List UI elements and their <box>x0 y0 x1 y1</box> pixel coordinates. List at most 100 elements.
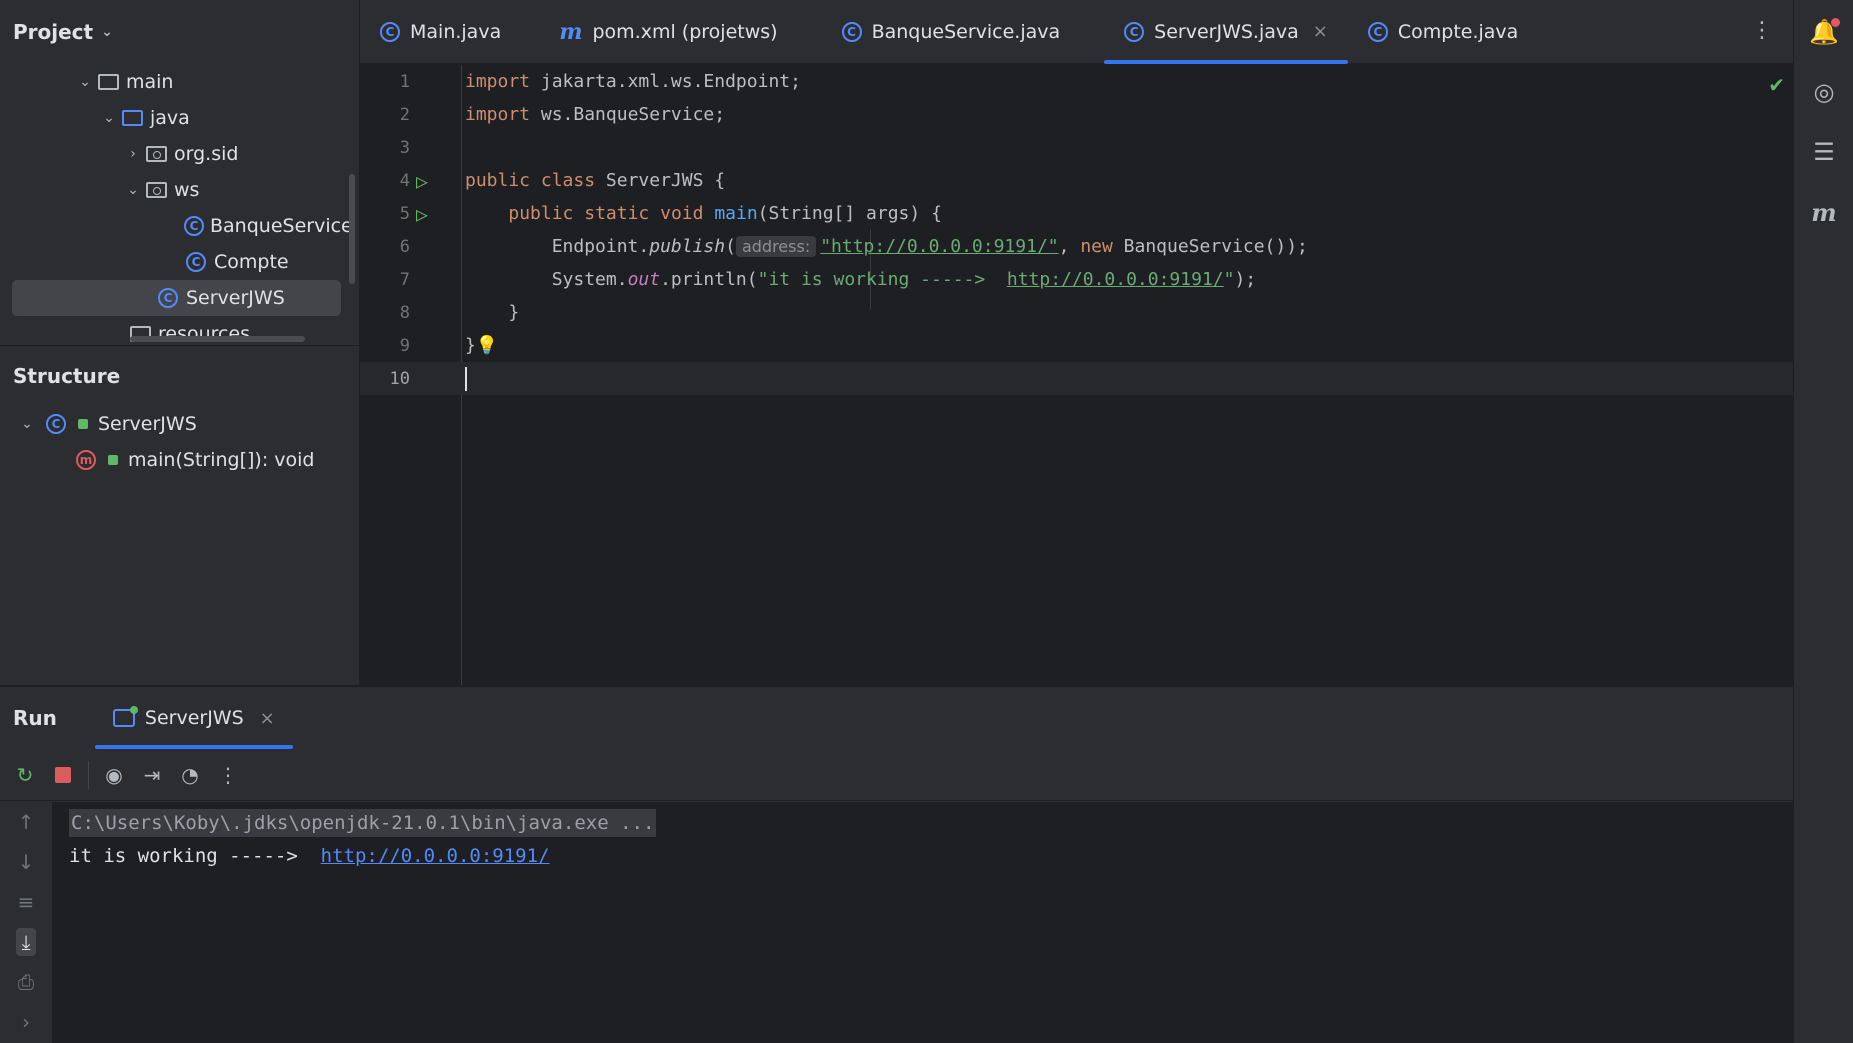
notifications-icon[interactable]: 🔔 <box>1794 2 1853 62</box>
tree-item-ws[interactable]: ⌄ ws <box>12 172 341 208</box>
string-literal[interactable]: "http://0.0.0.0:9191/" <box>820 236 1058 257</box>
ai-assistant-icon[interactable]: ◎ <box>1794 62 1853 122</box>
more-options-icon[interactable]: ⋮ <box>209 756 247 794</box>
close-icon[interactable]: × <box>1313 21 1328 42</box>
maven-icon[interactable]: m <box>1794 182 1853 242</box>
run-tab-serverjws[interactable]: ServerJWS × <box>94 687 293 749</box>
code-line: 1 import jakarta.xml.ws.Endpoint; <box>360 65 1793 98</box>
string-literal: " <box>1223 269 1235 290</box>
tree-item-banqueservice[interactable]: C BanqueService <box>12 208 353 244</box>
rerun-icon[interactable]: ↻ <box>6 756 44 794</box>
method-call: publish <box>649 236 726 257</box>
chevron-right-icon[interactable]: › <box>122 146 144 162</box>
chevron-down-icon[interactable]: ⌄ <box>98 110 120 126</box>
exit-icon[interactable]: ⇥ <box>133 756 171 794</box>
console-side-toolbar: ↑ ↓ ≡ ⤓ ⎙ › <box>0 802 52 1043</box>
code-line: 5 ▷ public static void main(String[] arg… <box>360 197 1793 230</box>
print-icon[interactable]: ⎙ <box>0 962 52 1002</box>
text-caret <box>465 366 467 391</box>
tree-item-label: org.sid <box>174 143 239 165</box>
tree-item-java[interactable]: ⌄ java <box>12 100 341 136</box>
console-url-link[interactable]: http://0.0.0.0:9191/ <box>321 845 550 867</box>
chevron-down-icon[interactable]: ⌄ <box>16 416 38 432</box>
parameter-hint: address: <box>735 236 817 257</box>
code-text: BanqueService()); <box>1112 236 1308 257</box>
static-field: out <box>627 269 661 290</box>
arrow-up-icon[interactable]: ↑ <box>0 802 52 842</box>
camera-icon[interactable]: ◉ <box>95 756 133 794</box>
stop-button[interactable] <box>44 756 82 794</box>
code-line-current: 10 <box>360 362 1793 395</box>
tree-item-main[interactable]: ⌄ main <box>12 64 341 100</box>
package-icon <box>144 143 168 165</box>
console-command[interactable]: C:\Users\Koby\.jdks\openjdk-21.0.1\bin\j… <box>69 808 657 837</box>
code-text: } <box>508 302 520 323</box>
code-line: 3 <box>360 131 1793 164</box>
tree-item-label: main <box>126 71 174 93</box>
project-panel: Project ⌄ ⌄ main ⌄ java › org.sid ⌄ ws C… <box>0 0 360 685</box>
run-gutter-icon[interactable]: ▷ <box>416 169 428 193</box>
code-text: .println( <box>660 269 758 290</box>
run-gutter-icon[interactable]: ▷ <box>416 202 428 226</box>
string-url-link[interactable]: http://0.0.0.0:9191/ <box>1007 269 1224 290</box>
keyword: static <box>584 203 650 224</box>
method-icon: m <box>74 449 98 471</box>
source-folder-icon <box>120 107 144 129</box>
tab-label: ServerJWS.java <box>1154 20 1299 43</box>
notification-badge <box>1831 18 1840 27</box>
scroll-to-end-icon[interactable]: ⤓ <box>0 922 52 962</box>
chevron-right-icon[interactable]: › <box>0 1002 52 1042</box>
chevron-down-icon[interactable]: ⌄ <box>74 74 96 90</box>
tab-label: BanqueService.java <box>871 20 1061 43</box>
tab-label: Compte.java <box>1397 20 1519 43</box>
project-panel-header[interactable]: Project ⌄ <box>0 0 359 64</box>
code-text: ServerJWS { <box>595 170 726 191</box>
run-panel: Run ServerJWS × ↻ ◉ ⇥ ◔ ⋮ ↑ ↓ ≡ ⤓ ⎙ › C:… <box>0 686 1793 1043</box>
tree-vertical-scrollbar[interactable] <box>349 174 355 284</box>
chevron-down-icon[interactable]: ⌄ <box>122 182 144 198</box>
tree-item-compte[interactable]: C Compte <box>12 244 341 280</box>
structure-item-method[interactable]: m main(String[]): void <box>0 442 360 478</box>
class-icon: C <box>184 251 208 273</box>
tree-horizontal-scrollbar[interactable] <box>130 336 305 342</box>
tree-item-org-sid[interactable]: › org.sid <box>12 136 341 172</box>
code-line: 7 System.out.println("it is working ----… <box>360 263 1793 296</box>
lightbulb-icon[interactable]: 💡 <box>476 335 498 356</box>
stop-icon <box>55 766 71 783</box>
keyword: class <box>540 170 596 191</box>
console-line: it is working -----> http://0.0.0.0:9191… <box>52 839 1793 872</box>
keyword: void <box>660 203 704 224</box>
profiler-icon[interactable]: ◔ <box>171 756 209 794</box>
tree-item-label: Compte <box>214 251 289 273</box>
string-literal: "it is working -----> <box>757 269 1007 290</box>
arrow-down-icon[interactable]: ↓ <box>0 842 52 882</box>
database-icon[interactable]: ☰ <box>1794 122 1853 182</box>
project-panel-title: Project <box>13 20 94 44</box>
tree-item-serverjws[interactable]: C ServerJWS <box>12 280 341 316</box>
code-line: 6 Endpoint.publish(address: "http://0.0.0… <box>360 230 1793 263</box>
tab-banqueservice-java[interactable]: C BanqueService.java <box>798 0 1081 64</box>
class-icon: C <box>44 413 68 435</box>
public-access-icon <box>108 455 118 465</box>
line-number: 3 <box>399 137 410 158</box>
tab-compte-java[interactable]: C Compte.java <box>1348 0 1538 64</box>
code-line: 4 ▷ public class ServerJWS { <box>360 164 1793 197</box>
chevron-down-icon[interactable]: ⌄ <box>101 24 113 40</box>
class-icon: C <box>156 287 180 309</box>
tree-item-label: ServerJWS <box>186 287 285 309</box>
tab-pom-xml[interactable]: m pom.xml (projetws) <box>521 0 797 64</box>
code-editor[interactable]: ✔ 1 import jakarta.xml.ws.Endpoint; 2 im… <box>360 65 1793 685</box>
structure-item-class[interactable]: ⌄ C ServerJWS <box>0 406 360 442</box>
console-line: C:\Users\Koby\.jdks\openjdk-21.0.1\bin\j… <box>52 806 1793 839</box>
close-icon[interactable]: × <box>260 708 275 729</box>
tab-serverjws-java[interactable]: C ServerJWS.java × <box>1104 0 1348 64</box>
package-icon <box>144 179 168 201</box>
soft-wrap-icon[interactable]: ≡ <box>0 882 52 922</box>
keyword: new <box>1080 236 1113 257</box>
more-options-icon[interactable]: ⋮ <box>1751 18 1773 43</box>
run-tabs: Run ServerJWS × <box>0 687 1793 749</box>
public-access-icon <box>78 419 88 429</box>
console-output[interactable]: C:\Users\Koby\.jdks\openjdk-21.0.1\bin\j… <box>52 802 1793 1043</box>
tab-main-java[interactable]: C Main.java <box>360 0 521 64</box>
code-text: } <box>465 335 476 356</box>
